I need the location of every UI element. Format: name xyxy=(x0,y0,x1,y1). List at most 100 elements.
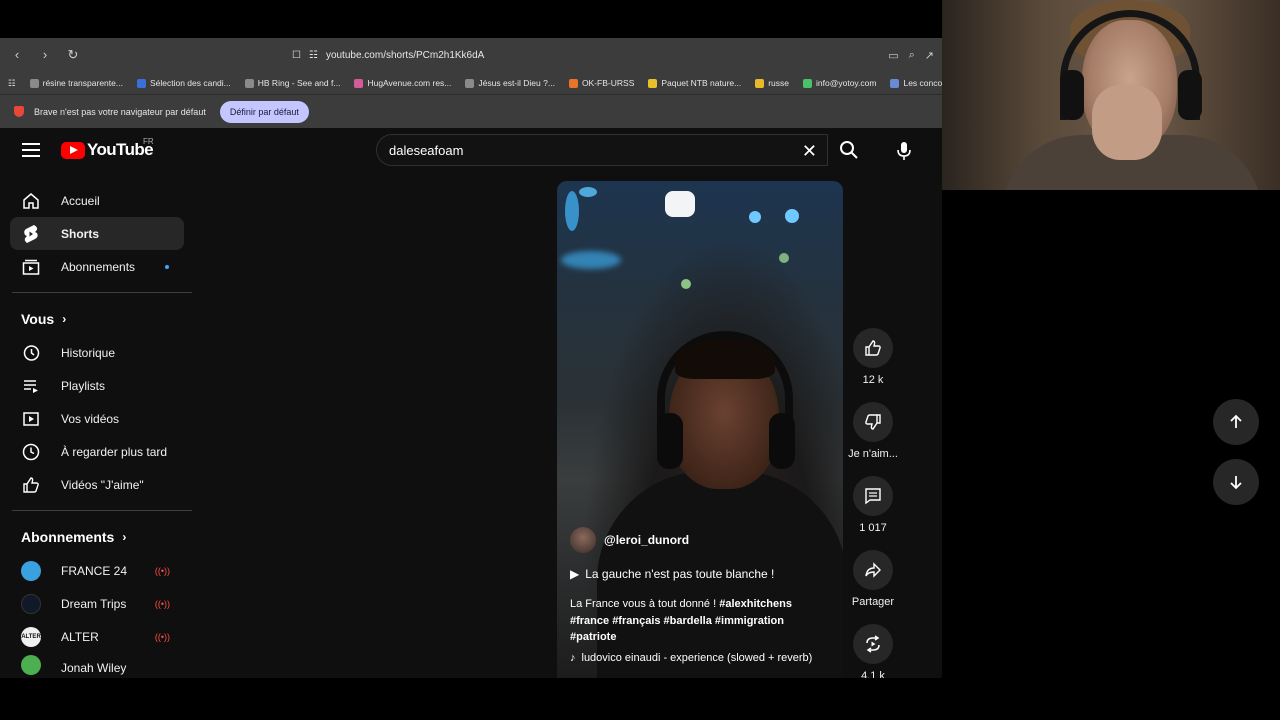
like-button[interactable] xyxy=(853,328,893,368)
bookmark-label: Jésus est-il Dieu ?... xyxy=(478,78,555,88)
bookmark-item[interactable]: résine transparente... xyxy=(29,78,123,88)
short-linked-video[interactable]: ▶ La gauche n'est pas toute blanche ! xyxy=(570,567,774,581)
set-default-button[interactable]: Définir par défaut xyxy=(219,100,309,123)
browser-window: ‹ › ↻ ☐ ☷ youtube.com/shorts/PCm2h1Kk6dA… xyxy=(0,38,942,678)
search-value: daleseafoam xyxy=(389,142,464,158)
share-button[interactable] xyxy=(853,550,893,590)
youtube-logo[interactable]: YouTube FR xyxy=(61,137,154,160)
bookmark-item[interactable]: info@yotoy.com xyxy=(803,78,876,88)
reload-icon[interactable]: ↻ xyxy=(64,46,82,64)
bookmark-favicon-icon xyxy=(354,78,364,88)
address-bar[interactable]: ☐ ☷ youtube.com/shorts/PCm2h1Kk6dA xyxy=(292,50,484,61)
music-note-icon: ♪ xyxy=(570,652,576,664)
live-icon: ((•)) xyxy=(154,565,170,576)
dislike-action: Je n'aim... xyxy=(846,402,900,460)
share-icon xyxy=(865,562,881,578)
brave-shield-icon xyxy=(14,106,24,117)
sidebar-item-history[interactable]: Historique xyxy=(10,336,184,369)
music-title: ludovico einaudi - experience (slowed + … xyxy=(581,652,813,664)
sidebar-item-home[interactable]: Accueil xyxy=(10,184,184,217)
subscription-jonah-wiley[interactable]: Jonah Wiley xyxy=(10,653,184,675)
sidebar-item-label: Vidéos "J'aime" xyxy=(61,477,144,492)
sidebar-item-playlists[interactable]: Playlists xyxy=(10,369,184,402)
subscription-dream-trips[interactable]: Dream Trips ((•)) xyxy=(10,587,184,620)
sidebar-item-label: Shorts xyxy=(61,226,100,241)
bookmark-item[interactable]: Les concours d'aute... xyxy=(890,78,942,88)
search-input[interactable]: daleseafoam ✕ xyxy=(376,134,828,166)
dislike-button[interactable] xyxy=(853,402,893,442)
short-actions: 12 k Je n'aim... 1 017 Partager 4,1 k xyxy=(846,328,900,678)
hashtags[interactable]: #france #français #bardella #immigration xyxy=(570,615,784,627)
sidebar-item-label: Accueil xyxy=(61,193,100,208)
divider xyxy=(12,510,192,511)
menu-icon[interactable] xyxy=(22,143,40,157)
bookmark-item[interactable]: OK-FB-URSS xyxy=(568,78,635,88)
bookmark-label: résine transparente... xyxy=(42,78,123,88)
bookmark-favicon-icon xyxy=(803,78,813,88)
bookmark-favicon-icon xyxy=(755,78,765,88)
hashtag[interactable]: #alexhitchens xyxy=(719,598,792,610)
sidebar-item-subscriptions[interactable]: Abonnements xyxy=(10,250,184,283)
short-video-player[interactable]: @leroi_dunord ▶ La gauche n'est pas tout… xyxy=(557,181,843,678)
bookmark-item[interactable]: HugAvenue.com res... xyxy=(354,78,451,88)
short-music[interactable]: ♪ ludovico einaudi - experience (slowed … xyxy=(570,652,812,664)
thumbs-down-icon xyxy=(865,414,881,430)
bookmark-item[interactable]: Paquet NTB nature... xyxy=(648,78,741,88)
sidebar: Accueil Shorts Abonnements Vous › Histor… xyxy=(0,184,196,675)
bookmark-favicon-icon xyxy=(568,78,578,88)
short-description: La France vous à tout donné ! #alexhitch… xyxy=(570,596,820,646)
sidebar-item-watch-later[interactable]: À regarder plus tard xyxy=(10,435,184,468)
bookmark-label: Sélection des candi... xyxy=(149,78,231,88)
subscription-label: Dream Trips xyxy=(61,596,127,611)
you-section-heading[interactable]: Vous › xyxy=(0,302,196,336)
screen-icon[interactable]: ▭ xyxy=(888,49,898,62)
bookmark-item[interactable]: russe xyxy=(755,78,789,88)
zoom-icon[interactable]: ⌕ xyxy=(909,49,915,62)
subscription-label: FRANCE 24 xyxy=(61,563,128,578)
comments-button[interactable] xyxy=(853,476,893,516)
back-icon[interactable]: ‹ xyxy=(8,46,26,64)
bookmark-favicon-icon xyxy=(465,78,475,88)
channel-avatar xyxy=(21,593,41,614)
bookmark-favicon-icon xyxy=(244,78,254,88)
short-channel[interactable]: @leroi_dunord xyxy=(570,527,689,553)
shorts-icon xyxy=(21,224,41,244)
bookmark-item[interactable]: HB Ring - See and f... xyxy=(244,78,340,88)
previous-short-button[interactable] xyxy=(1213,399,1259,445)
bookmark-label: OK-FB-URSS xyxy=(581,78,635,88)
bookmark-item[interactable]: Sélection des candi... xyxy=(136,78,231,88)
bookmark-favicon-icon xyxy=(648,78,658,88)
divider xyxy=(12,292,192,293)
next-short-button[interactable] xyxy=(1213,459,1259,505)
bokeh-light xyxy=(749,211,761,223)
channel-handle[interactable]: @leroi_dunord xyxy=(604,533,689,547)
channel-avatar[interactable] xyxy=(570,527,596,553)
bokeh-light xyxy=(561,251,621,269)
forward-icon[interactable]: › xyxy=(36,46,54,64)
short-title: La gauche n'est pas toute blanche ! xyxy=(585,567,775,581)
youtube-header: YouTube FR daleseafoam ✕ xyxy=(0,128,942,174)
voice-search-button[interactable] xyxy=(886,133,922,169)
subscriptions-section-heading[interactable]: Abonnements › xyxy=(0,520,196,554)
headphone-left xyxy=(657,413,683,469)
liked-videos-icon xyxy=(21,475,41,495)
sidebar-item-liked-videos[interactable]: Vidéos "J'aime" xyxy=(10,468,184,501)
bookmark-icon[interactable]: ☐ xyxy=(292,50,301,61)
channel-avatar: ALTER xyxy=(21,626,41,647)
subscription-france24[interactable]: FRANCE 24 ((•)) xyxy=(10,554,184,587)
arrow-up-icon xyxy=(1230,414,1242,428)
share-page-icon[interactable]: ↗ xyxy=(925,49,934,62)
webcam-headphone-left xyxy=(1060,70,1084,120)
subscription-alter[interactable]: ALTER ALTER ((•)) xyxy=(10,620,184,653)
site-info-icon[interactable]: ☷ xyxy=(309,50,318,61)
search-button[interactable] xyxy=(828,134,870,166)
sidebar-item-shorts[interactable]: Shorts xyxy=(10,217,184,250)
sidebar-item-your-videos[interactable]: Vos vidéos xyxy=(10,402,184,435)
bookmark-item[interactable]: Jésus est-il Dieu ?... xyxy=(465,78,555,88)
clear-search-icon[interactable]: ✕ xyxy=(802,141,817,162)
hashtag[interactable]: #patriote xyxy=(570,631,616,643)
apps-grid-icon[interactable]: ☷ xyxy=(8,78,16,89)
home-icon xyxy=(21,191,41,211)
bookmark-favicon-icon xyxy=(136,78,146,88)
remix-button[interactable] xyxy=(853,624,893,664)
